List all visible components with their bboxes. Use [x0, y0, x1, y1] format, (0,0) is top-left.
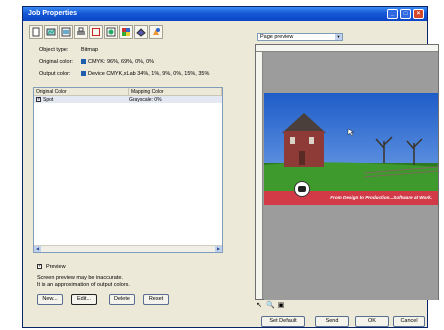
original-color-label: Original color:: [39, 59, 73, 65]
edit-button[interactable]: Edit...: [71, 294, 97, 305]
vertical-ruler: [256, 52, 263, 299]
new-button[interactable]: New...: [37, 294, 63, 305]
object-type-value: Bitmap: [81, 47, 99, 53]
window-title: Job Properties: [28, 10, 78, 17]
list-item[interactable]: Spot Grayscale: 0%: [34, 96, 222, 103]
scroll-left-arrow[interactable]: ◀: [34, 246, 41, 252]
set-default-button[interactable]: Set Default: [261, 316, 305, 327]
list-header: Original Color Mapping Color: [34, 88, 222, 96]
output-color-text: Device CMYK,xLab 34%, 1%, 9%, 0%, 15%, 3…: [88, 71, 210, 77]
delete-button[interactable]: Delete: [109, 294, 135, 305]
close-button[interactable]: ×: [413, 9, 424, 19]
image-icon: [46, 28, 56, 36]
horizontal-scrollbar[interactable]: ◀ ▶: [34, 245, 222, 252]
column-original-color[interactable]: Original Color: [34, 88, 129, 95]
send-button[interactable]: Send: [315, 316, 349, 327]
layout-icon: [61, 27, 71, 37]
tab-page[interactable]: [29, 25, 43, 39]
tab-layout[interactable]: [59, 25, 73, 39]
scroll-right-arrow[interactable]: ▶: [215, 246, 222, 252]
minimize-button[interactable]: _: [387, 9, 398, 19]
row-mapping: Grayscale: 0%: [129, 96, 162, 103]
original-color-value: CMYK: 96%, 69%, 0%, 0%: [81, 59, 154, 65]
zoom-icon[interactable]: 🔍: [266, 302, 275, 310]
preview-banner: From Design to Production...Software at …: [264, 191, 438, 205]
preview-tools: ↖ 🔍 ▣: [255, 302, 285, 310]
object-type-label: Object type:: [39, 47, 69, 53]
page-preview-pane[interactable]: From Design to Production...Software at …: [255, 44, 439, 300]
preview-warning-line2: It is an approximation of output colors.: [37, 282, 130, 288]
output-color-label: Output color:: [39, 71, 71, 77]
banner-text: From Design to Production...Software at …: [330, 195, 432, 200]
pan-icon[interactable]: ▣: [277, 302, 285, 310]
pointer-icon[interactable]: ↖: [255, 302, 263, 310]
view-mode-value: Page preview: [260, 34, 294, 40]
title-bar[interactable]: Job Properties _ □ ×: [23, 7, 427, 21]
original-color-text: CMYK: 96%, 69%, 0%, 0%: [88, 59, 155, 65]
output-color-swatch: [81, 71, 86, 77]
column-mapping-color[interactable]: Mapping Color: [129, 88, 222, 95]
output-color-value: Device CMYK,xLab 34%, 1%, 9%, 0%, 15%, 3…: [81, 71, 209, 77]
tab-ink[interactable]: [134, 25, 148, 39]
original-color-swatch: [81, 59, 86, 65]
tab-palette[interactable]: [119, 25, 133, 39]
cancel-button[interactable]: Cancel: [393, 316, 425, 327]
preview-warning-line1: Screen preview may be inaccurate.: [37, 275, 123, 281]
tab-color[interactable]: [104, 25, 118, 39]
palette-icon: [122, 28, 130, 36]
page-icon: [32, 27, 40, 37]
tab-image[interactable]: [44, 25, 58, 39]
frame-icon: [92, 28, 100, 36]
color-mapping-list[interactable]: Original Color Mapping Color Spot Graysc…: [33, 87, 223, 253]
preview-photo: [264, 93, 438, 191]
tab-printer[interactable]: [74, 25, 88, 39]
view-mode-select[interactable]: Page preview ▼: [257, 33, 343, 41]
reset-button[interactable]: Reset: [143, 294, 169, 305]
ink-icon: [136, 28, 146, 37]
chevron-down-icon[interactable]: ▼: [335, 34, 342, 40]
horizontal-ruler: [256, 45, 438, 52]
color-map-icon: [153, 28, 160, 35]
tab-frame[interactable]: [89, 25, 103, 39]
printer-icon: [77, 27, 85, 35]
preview-label: Preview: [46, 264, 66, 270]
color-icon: [106, 27, 116, 37]
preview-page: From Design to Production...Software at …: [264, 53, 438, 300]
company-logo: [294, 181, 310, 197]
maximize-button[interactable]: □: [400, 9, 411, 19]
tab-color-map[interactable]: [149, 25, 163, 39]
row-checkbox[interactable]: [36, 96, 41, 102]
preview-checkbox[interactable]: ✓: [37, 263, 42, 269]
job-properties-window: Job Properties _ □ × Object type: Bitmap…: [22, 6, 439, 328]
tab-toolbar: [29, 25, 163, 41]
row-original: Spot: [43, 96, 54, 103]
ok-button[interactable]: OK: [355, 316, 389, 327]
